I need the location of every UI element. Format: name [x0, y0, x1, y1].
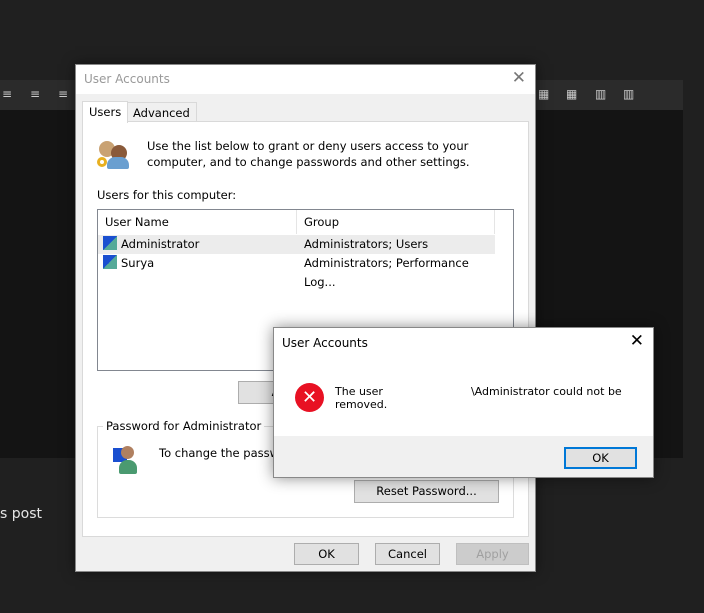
align-right-icon[interactable]: ≡ — [30, 88, 44, 100]
users-key-icon — [97, 139, 131, 171]
password-group-label: Password for Administrator — [103, 419, 265, 433]
reset-password-button[interactable]: Reset Password... — [354, 480, 499, 503]
user-icon — [103, 236, 117, 250]
error-ok-button[interactable]: OK — [564, 447, 637, 469]
close-icon[interactable]: ✕ — [512, 69, 526, 87]
table-column-icon[interactable]: ▥ — [595, 88, 609, 100]
dialog-title: User Accounts — [84, 72, 170, 86]
column-group[interactable]: Group — [297, 210, 495, 234]
table-icon[interactable]: ▦ — [538, 88, 552, 100]
apply-button[interactable]: Apply — [456, 543, 529, 565]
cancel-button[interactable]: Cancel — [375, 543, 440, 565]
tab-advanced[interactable]: Advanced — [126, 102, 197, 122]
post-text: s post — [0, 506, 42, 522]
justify-icon[interactable]: ≡ — [58, 88, 72, 100]
align-left-icon[interactable]: ≡ — [2, 88, 16, 100]
table-delete-icon[interactable]: ▥ — [623, 88, 637, 100]
intro-text: Use the list below to grant or deny user… — [147, 139, 470, 169]
title-bar: User Accounts ✕ — [76, 65, 535, 94]
user-accounts-dialog: User Accounts ✕ Users Advanced Use the l… — [75, 64, 536, 572]
users-label: Users for this computer: — [97, 188, 237, 202]
column-user-name[interactable]: User Name — [98, 210, 297, 234]
user-computer-icon — [113, 446, 141, 476]
list-item[interactable]: Administrator Administrators; Users — [98, 235, 495, 254]
list-item[interactable]: Surya Administrators; Performance Log... — [98, 254, 495, 289]
table-row-icon[interactable]: ▦ — [566, 88, 580, 100]
password-text: To change the passwo — [159, 446, 287, 460]
close-icon[interactable]: ✕ — [630, 332, 644, 350]
error-title: User Accounts — [282, 336, 368, 350]
error-message: The user \Administrator could not be remo… — [335, 385, 622, 411]
error-icon: ✕ — [295, 383, 324, 412]
tab-users[interactable]: Users — [82, 101, 129, 123]
ok-button[interactable]: OK — [294, 543, 359, 565]
user-icon — [103, 255, 117, 269]
error-dialog: User Accounts ✕ ✕ The user \Administrator… — [273, 327, 654, 478]
